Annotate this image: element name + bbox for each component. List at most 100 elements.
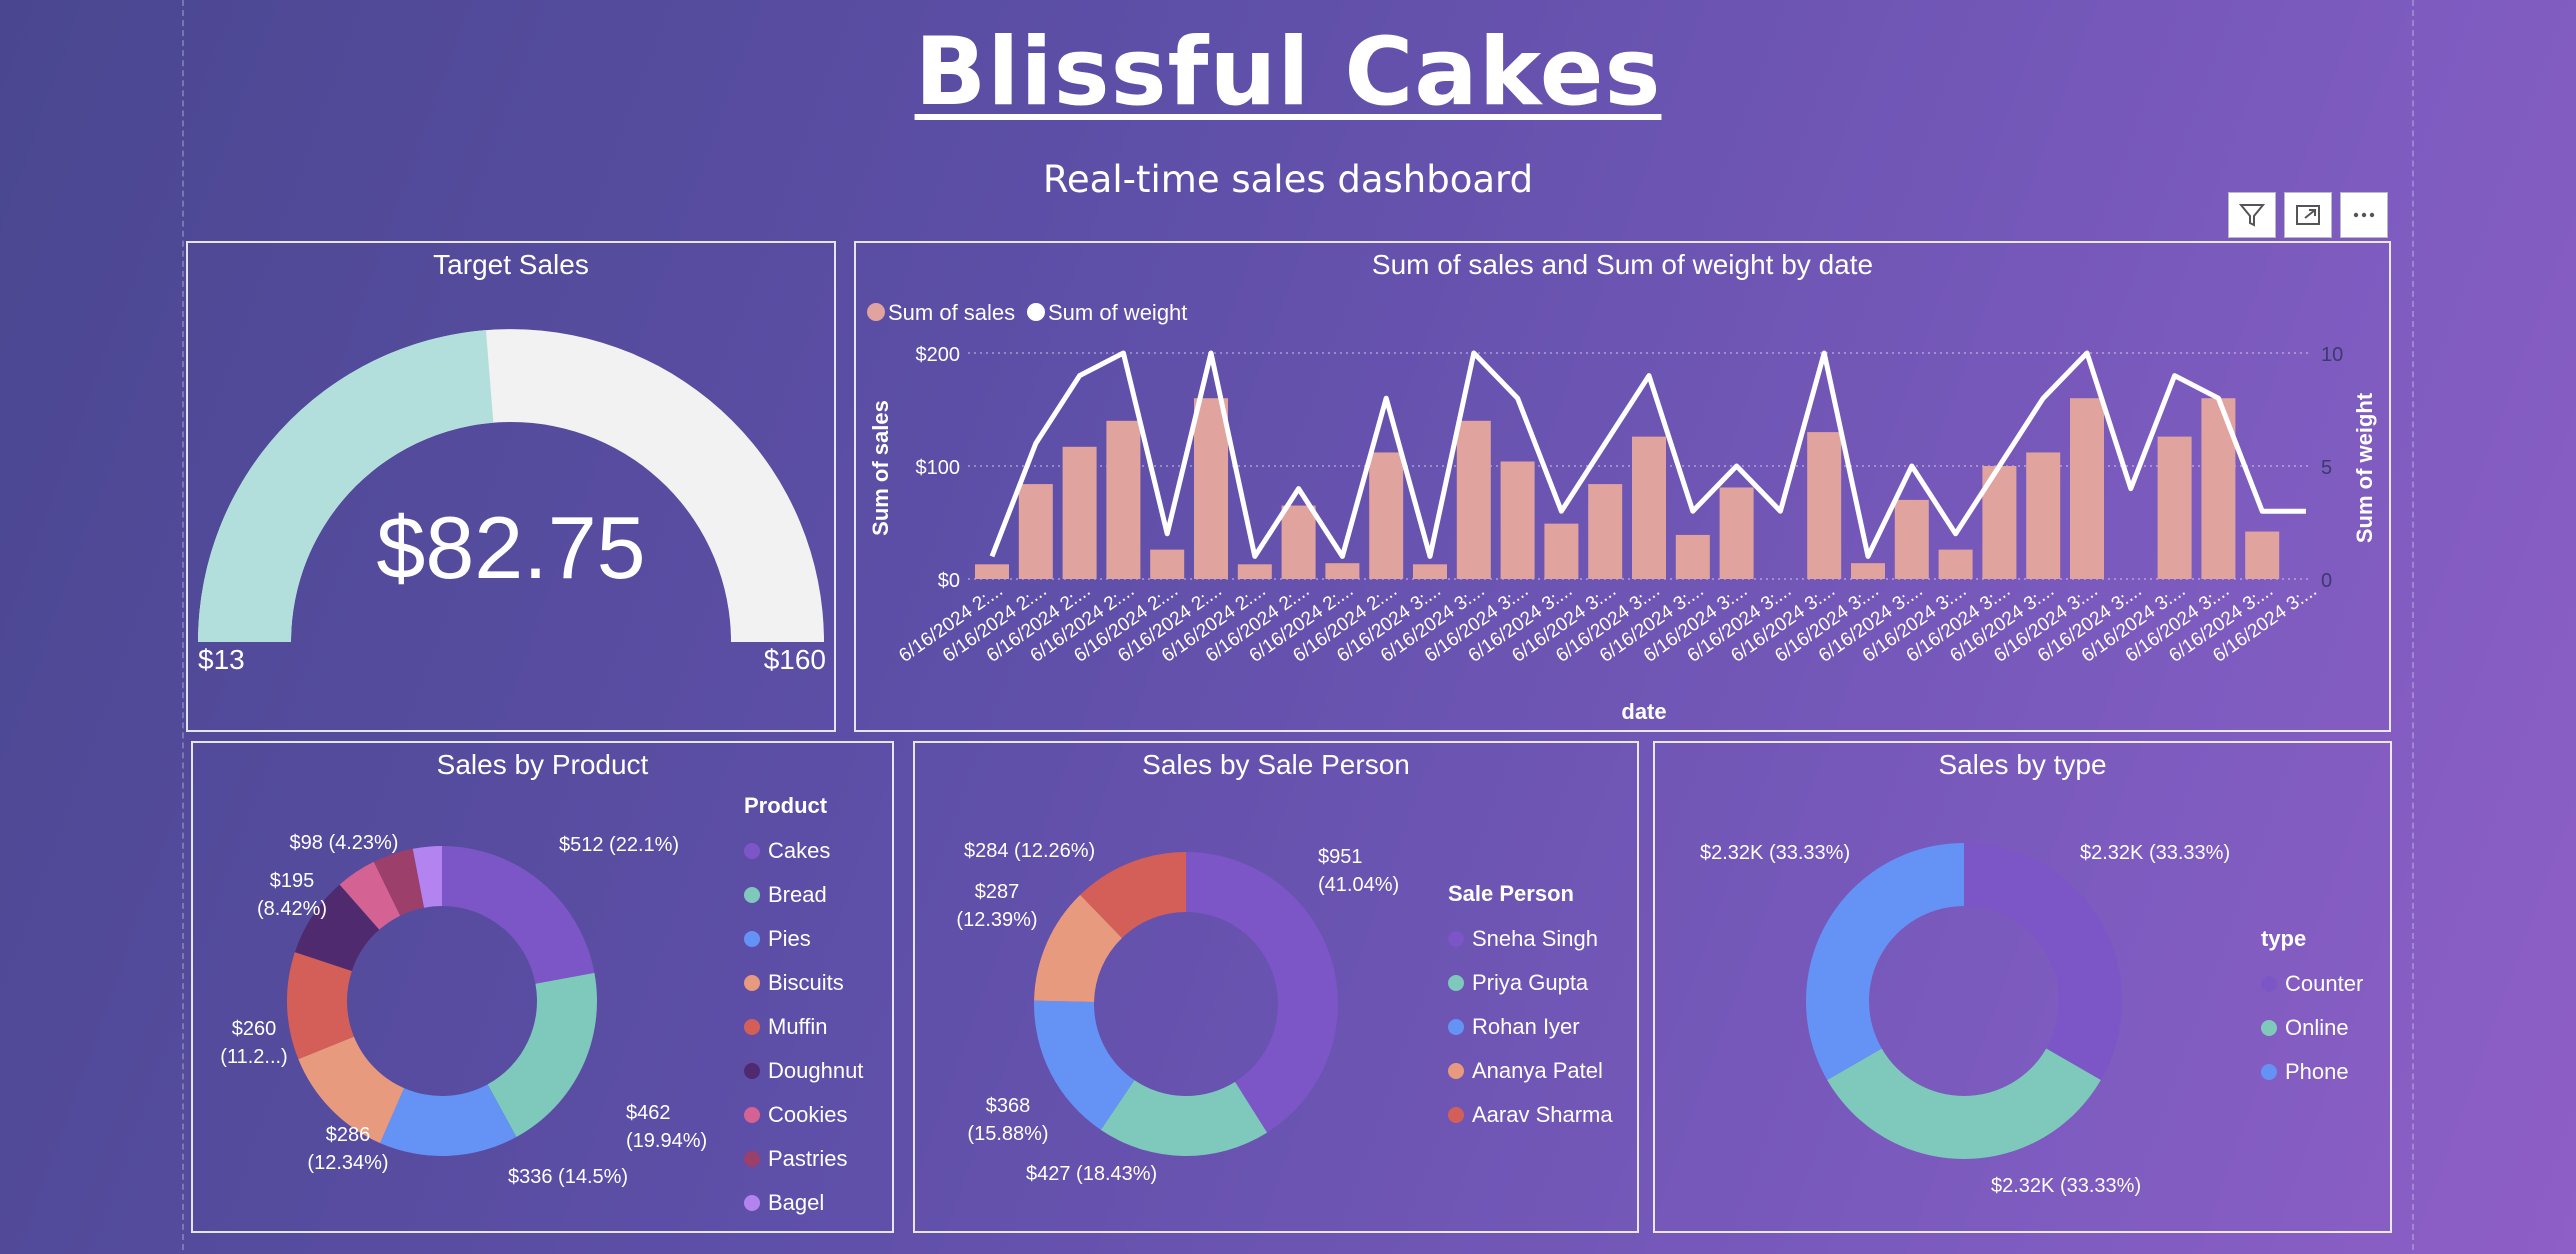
legend-item-sneha-singh[interactable]: Sneha Singh <box>1448 917 1613 961</box>
legend-sales-marker <box>867 303 885 321</box>
label-doughnut-value: $195 <box>270 870 315 892</box>
sales-bar[interactable] <box>1150 549 1185 579</box>
sales-bar[interactable] <box>1106 420 1141 579</box>
legend-weight-label: Sum of weight <box>1048 300 1187 325</box>
focus-mode-button[interactable] <box>2284 192 2332 238</box>
legend-item-bagel[interactable]: Bagel <box>744 1181 863 1225</box>
y-tick-0: $0 <box>938 570 960 592</box>
gauge-value-label: $82.75 <box>376 498 645 597</box>
sales-bar[interactable] <box>975 564 1009 579</box>
label-muffin-value: $260 <box>232 1018 277 1040</box>
sales-bar[interactable] <box>2157 436 2192 579</box>
sales-bar[interactable] <box>1851 563 1885 579</box>
legend-item-rohan-iyer[interactable]: Rohan Iyer <box>1448 1005 1613 1049</box>
product-legend-title: Product <box>744 793 828 818</box>
label-phone: $2.32K (33.33%) <box>1700 842 1850 864</box>
sales-bar[interactable] <box>2026 452 2061 579</box>
legend-label: Sneha Singh <box>1472 926 1598 951</box>
sales-bar[interactable] <box>1588 484 1623 579</box>
sales-by-product-card[interactable]: Sales by Product $512 (22.1%) $462 (19.9… <box>191 741 894 1233</box>
sales-bar[interactable] <box>1456 420 1491 579</box>
sales-bar[interactable] <box>2070 398 2104 579</box>
expand-icon <box>2296 205 2320 225</box>
legend-item-ananya-patel[interactable]: Ananya Patel <box>1448 1049 1613 1093</box>
sales-by-type-card[interactable]: Sales by type $2.32K (33.33%) $2.32K (33… <box>1653 741 2392 1233</box>
legend-label: Pies <box>768 926 811 951</box>
combo-chart: Sum of sales Sum of weight $200 $100 $0 … <box>867 300 2377 724</box>
legend-item-cakes[interactable]: Cakes <box>744 829 863 873</box>
legend-label: Online <box>2285 1015 2349 1040</box>
legend-item-online[interactable]: Online <box>2261 1006 2363 1050</box>
legend-marker <box>2261 1064 2277 1080</box>
donut-slice-online[interactable] <box>1827 1048 2101 1160</box>
sales-bar[interactable] <box>1807 432 1842 579</box>
legend-marker <box>744 1107 760 1123</box>
legend-label: Counter <box>2285 971 2364 996</box>
legend-marker <box>1448 975 1464 991</box>
legend-marker <box>744 887 760 903</box>
legend-marker <box>744 1063 760 1079</box>
legend-marker <box>1448 1019 1464 1035</box>
filter-button[interactable] <box>2228 192 2276 238</box>
sales-bar[interactable] <box>1018 484 1053 579</box>
legend-label: Ananya Patel <box>1472 1058 1603 1083</box>
legend-marker <box>744 1019 760 1035</box>
legend-marker <box>1448 931 1464 947</box>
sales-weight-by-date-card[interactable]: Sum of sales and Sum of weight by date S… <box>854 241 2391 732</box>
sales-bar[interactable] <box>1500 461 1535 579</box>
sales-bar[interactable] <box>1194 398 1228 579</box>
label-biscuits-value: $286 <box>326 1124 371 1146</box>
sales-bar[interactable] <box>2245 531 2280 579</box>
legend-item-phone[interactable]: Phone <box>2261 1050 2363 1094</box>
legend-item-pies[interactable]: Pies <box>744 917 863 961</box>
label-aarav: $284 (12.26%) <box>964 840 1095 862</box>
legend-item-muffin[interactable]: Muffin <box>744 1005 863 1049</box>
sales-bar[interactable] <box>1632 436 1666 579</box>
sales-bar[interactable] <box>1675 534 1710 579</box>
legend-item-biscuits[interactable]: Biscuits <box>744 961 863 1005</box>
sales-bar[interactable] <box>1938 549 1973 579</box>
legend-item-aarav-sharma[interactable]: Aarav Sharma <box>1448 1093 1613 1137</box>
legend-marker <box>744 1151 760 1167</box>
legend-item-doughnut[interactable]: Doughnut <box>744 1049 863 1093</box>
legend-item-counter[interactable]: Counter <box>2261 962 2363 1006</box>
label-doughnut-pct: (8.42%) <box>257 898 327 920</box>
y2-axis-title: Sum of weight <box>2352 392 2377 543</box>
legend-item-pastries[interactable]: Pastries <box>744 1137 863 1181</box>
sales-bar[interactable] <box>1062 446 1097 579</box>
donut-slice-cakes[interactable] <box>442 846 595 984</box>
legend-item-bread[interactable]: Bread <box>744 873 863 917</box>
legend-label: Biscuits <box>768 970 844 995</box>
label-online: $2.32K (33.33%) <box>1991 1175 2141 1197</box>
sales-bar[interactable] <box>1281 505 1316 579</box>
more-icon <box>2353 212 2375 218</box>
sales-bar[interactable] <box>1719 487 1754 579</box>
sales-bar[interactable] <box>1544 523 1579 579</box>
sales-bar[interactable] <box>1413 564 1447 579</box>
donut-slice-sneha-singh[interactable] <box>1186 852 1338 1133</box>
sales-by-person-card[interactable]: Sales by Sale Person $951 (41.04%) $427 … <box>913 741 1639 1233</box>
combo-legend: Sum of sales Sum of weight <box>867 300 1187 325</box>
legend-item-cookies[interactable]: Cookies <box>744 1093 863 1137</box>
legend-marker <box>744 1195 760 1211</box>
type-legend: type Counter Online Phone <box>2261 926 2363 1094</box>
legend-label: Rohan Iyer <box>1472 1014 1580 1039</box>
legend-item-priya-gupta[interactable]: Priya Gupta <box>1448 961 1613 1005</box>
legend-marker <box>744 843 760 859</box>
sales-bar[interactable] <box>1237 564 1272 579</box>
target-sales-card[interactable]: Target Sales $82.75 $13 $160 <box>186 241 836 732</box>
sales-bar[interactable] <box>1325 563 1360 579</box>
sales-bar[interactable] <box>1369 452 1404 579</box>
label-rohan-value: $368 <box>986 1095 1031 1117</box>
label-ananya-value: $287 <box>975 881 1020 903</box>
label-cakes: $512 (22.1%) <box>559 834 679 856</box>
label-ananya-pct: (12.39%) <box>956 909 1037 931</box>
donut-slice-counter[interactable] <box>1964 843 2122 1080</box>
more-options-button[interactable] <box>2340 192 2388 238</box>
label-rohan-pct: (15.88%) <box>967 1123 1048 1145</box>
sales-bar[interactable] <box>1894 499 1929 579</box>
legend-label: Cakes <box>768 838 831 863</box>
visual-header-toolbar <box>2228 192 2388 238</box>
donut-slice-bread[interactable] <box>487 972 597 1138</box>
donut-slice-phone[interactable] <box>1806 843 1964 1080</box>
